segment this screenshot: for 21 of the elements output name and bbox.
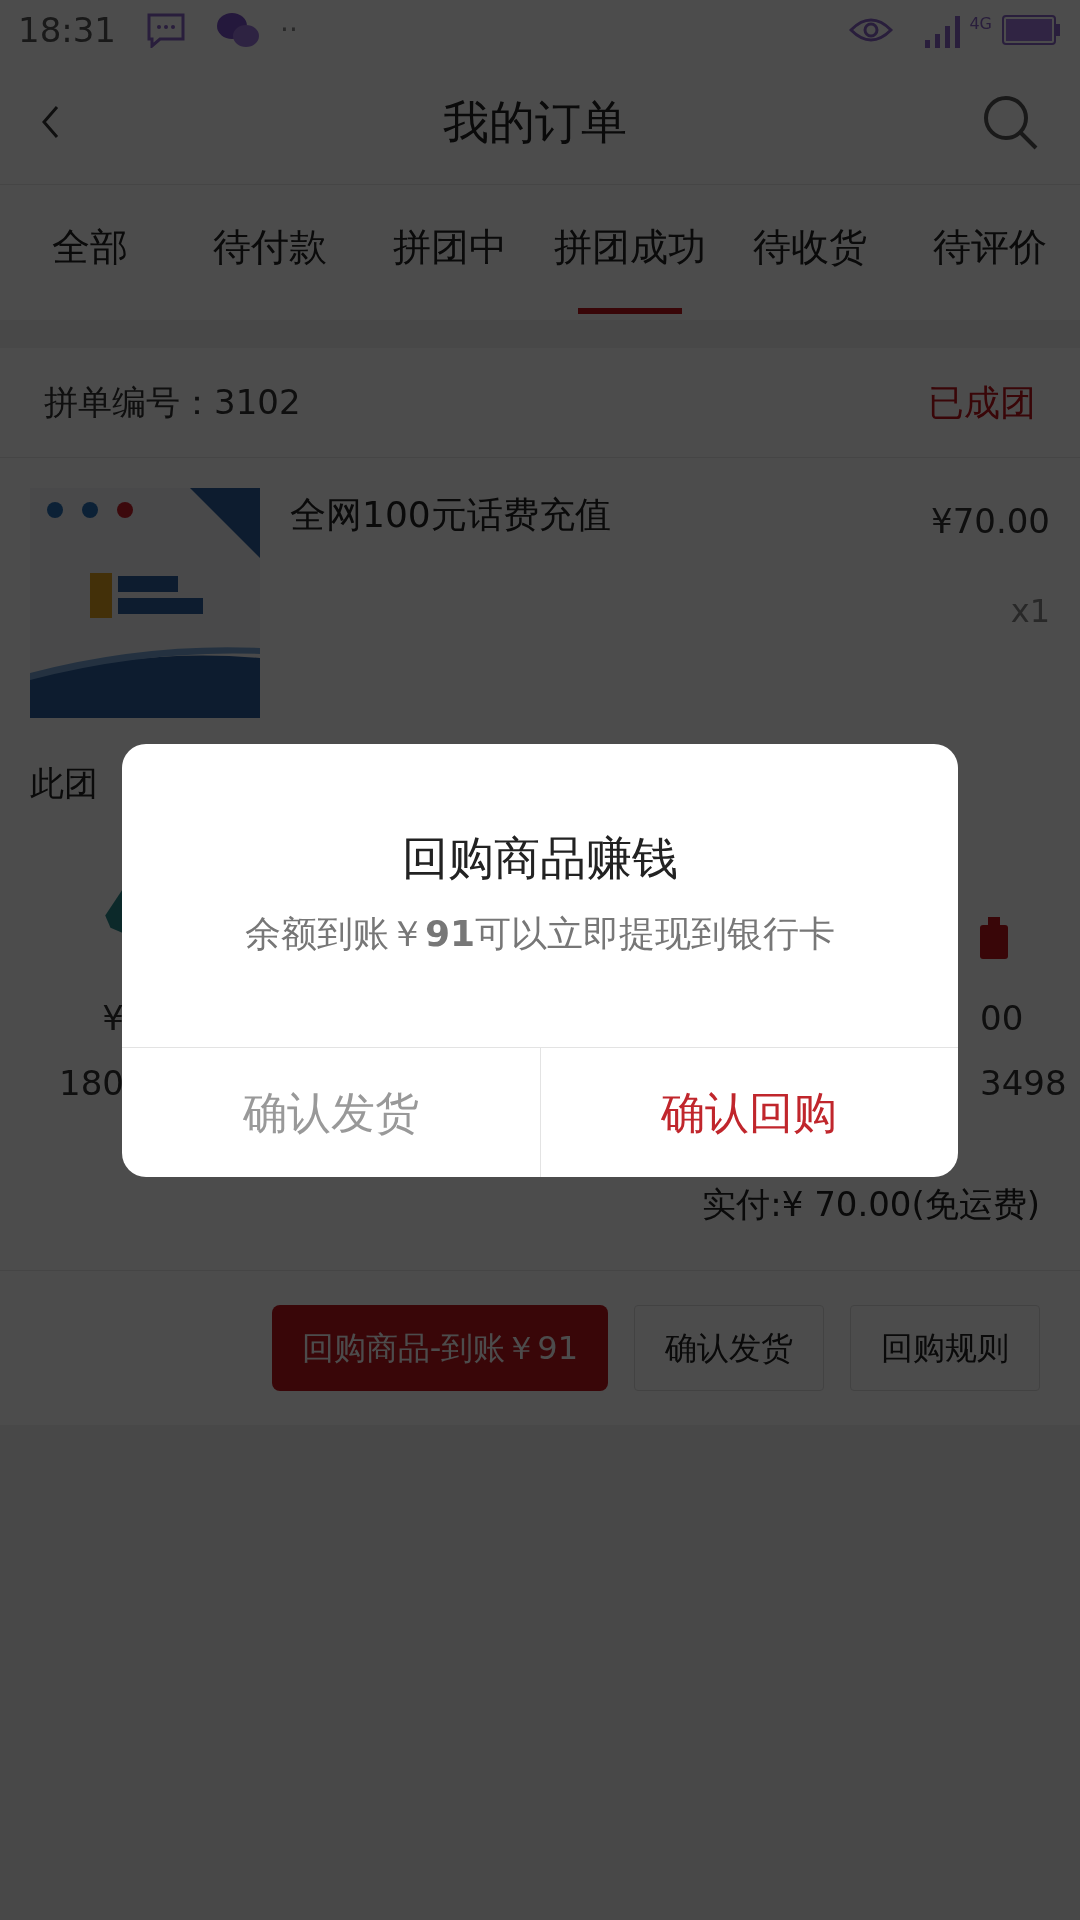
dialog-message: 余额到账￥91可以立即提现到银行卡 — [244, 912, 836, 956]
more-indicator: ·· — [280, 12, 298, 48]
order-tab[interactable]: 待评价 — [900, 185, 1080, 320]
member-phone: 3498 — [980, 1062, 1067, 1105]
member-price: 00 — [980, 997, 1024, 1040]
order-tab[interactable]: 待收货 — [720, 185, 900, 320]
order-number: 拼单编号：3102 — [44, 381, 302, 424]
dialog-title: 回购商品赚钱 — [402, 830, 678, 887]
order-tab[interactable]: 待付款 — [180, 185, 360, 320]
product-name: 全网100元话费充值 — [290, 493, 612, 537]
member-phone: 180 — [59, 1062, 124, 1105]
product-price: ¥70.00 — [931, 500, 1050, 543]
order-tab[interactable]: 拼团中 — [360, 185, 540, 320]
page-title: 我的订单 — [442, 93, 628, 151]
dialog-button[interactable]: 确认回购 — [539, 1048, 958, 1177]
member-price: ¥ — [102, 997, 124, 1040]
order-tab[interactable]: 全部 — [0, 185, 180, 320]
order-status: 已成团 — [928, 380, 1036, 425]
dialog-button[interactable]: 确认发货 — [122, 1048, 540, 1177]
group-label: 此团 — [30, 763, 98, 803]
total-amount: 实付:¥ 70.00(免运费) — [702, 1183, 1040, 1226]
